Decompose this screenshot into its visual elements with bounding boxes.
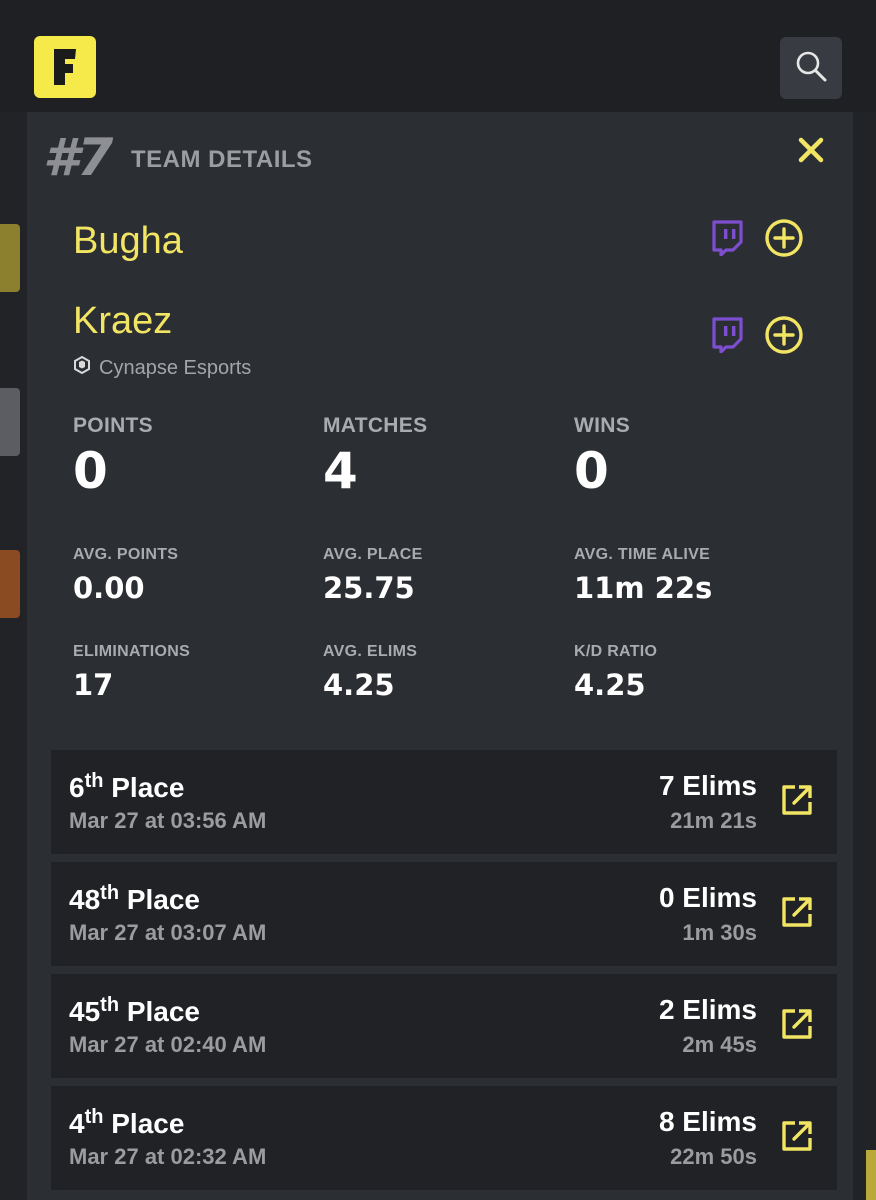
stat-value: 25.75 bbox=[323, 571, 415, 605]
stat-value: 4.25 bbox=[323, 668, 395, 702]
stat-label: WINS bbox=[574, 414, 631, 437]
add-player-button[interactable] bbox=[764, 218, 804, 263]
team-details-panel: #7 TEAM DETAILS Bugha Kraez Cynapse Espo… bbox=[27, 112, 853, 1200]
player-org: Cynapse Esports bbox=[73, 355, 252, 380]
stat-value: 0.00 bbox=[73, 571, 145, 605]
stat-value: 11m 22s bbox=[574, 571, 713, 605]
stat-avg-elims: AVG. ELIMS 4.25 bbox=[323, 643, 417, 700]
fortnite-logo-icon[interactable] bbox=[34, 36, 96, 98]
match-elims: 0 Elims bbox=[658, 882, 757, 913]
panel-title: TEAM DETAILS bbox=[131, 146, 313, 173]
player-name[interactable]: Kraez bbox=[73, 300, 172, 343]
match-date: Mar 27 at 02:32 AM bbox=[69, 1144, 267, 1169]
open-match-button[interactable] bbox=[779, 784, 815, 820]
external-link-icon bbox=[780, 895, 814, 934]
match-row[interactable]: 4th Place Mar 27 at 02:32 AM 8 Elims 22m… bbox=[51, 1086, 837, 1190]
stat-avg-points: AVG. POINTS 0.00 bbox=[73, 546, 178, 603]
stat-value: 0 bbox=[73, 442, 108, 500]
external-link-icon bbox=[780, 1007, 814, 1046]
open-match-button[interactable] bbox=[779, 896, 815, 932]
stat-label: ELIMINATIONS bbox=[73, 643, 191, 660]
match-row[interactable]: 48th Place Mar 27 at 03:07 AM 0 Elims 1m… bbox=[51, 862, 837, 966]
twitch-button[interactable] bbox=[707, 219, 747, 261]
match-elims: 2 Elims bbox=[658, 994, 757, 1025]
background-chip bbox=[0, 224, 20, 292]
background-list-left bbox=[0, 112, 27, 1200]
match-date: Mar 27 at 02:40 AM bbox=[69, 1032, 267, 1057]
stat-label: AVG. TIME ALIVE bbox=[574, 546, 711, 563]
stat-label: K/D RATIO bbox=[574, 643, 658, 660]
team-rank: #7 bbox=[43, 128, 113, 188]
background-list-right bbox=[853, 112, 876, 1200]
add-player-button[interactable] bbox=[764, 315, 804, 360]
stat-value: 17 bbox=[73, 668, 114, 702]
stat-value: 0 bbox=[574, 442, 609, 500]
match-duration: 22m 50s bbox=[670, 1144, 757, 1169]
match-place: 6th Place bbox=[69, 770, 185, 803]
match-elims: 8 Elims bbox=[658, 1106, 757, 1137]
background-chip bbox=[0, 550, 20, 618]
external-link-icon bbox=[780, 783, 814, 822]
stat-label: AVG. POINTS bbox=[73, 546, 179, 563]
match-duration: 1m 30s bbox=[682, 920, 757, 945]
stat-matches: MATCHES 4 bbox=[323, 414, 427, 496]
stat-avg-place: AVG. PLACE 25.75 bbox=[323, 546, 423, 603]
add-circle-icon bbox=[764, 315, 804, 360]
search-icon bbox=[794, 49, 828, 88]
background-chip bbox=[0, 388, 20, 456]
stat-value: 4 bbox=[323, 442, 358, 500]
match-history-list: 6th Place Mar 27 at 03:56 AM 7 Elims 21m… bbox=[51, 750, 837, 1198]
twitch-icon bbox=[710, 219, 744, 261]
open-match-button[interactable] bbox=[779, 1120, 815, 1156]
external-link-icon bbox=[780, 1119, 814, 1158]
match-duration: 21m 21s bbox=[670, 808, 757, 833]
open-match-button[interactable] bbox=[779, 1008, 815, 1044]
stat-label: MATCHES bbox=[323, 414, 428, 437]
stat-value: 4.25 bbox=[574, 668, 646, 702]
twitch-button[interactable] bbox=[707, 316, 747, 358]
close-button[interactable] bbox=[793, 134, 829, 170]
match-duration: 2m 45s bbox=[682, 1032, 757, 1057]
background-chip bbox=[866, 1150, 876, 1200]
twitch-icon bbox=[710, 316, 744, 358]
top-bar bbox=[0, 0, 876, 112]
search-button[interactable] bbox=[780, 37, 842, 99]
org-name: Cynapse Esports bbox=[99, 356, 252, 379]
stat-label: AVG. PLACE bbox=[323, 546, 423, 563]
match-row[interactable]: 6th Place Mar 27 at 03:56 AM 7 Elims 21m… bbox=[51, 750, 837, 854]
stat-wins: WINS 0 bbox=[574, 414, 630, 496]
match-date: Mar 27 at 03:56 AM bbox=[69, 808, 267, 833]
match-place: 4th Place bbox=[69, 1106, 185, 1139]
cynapse-logo-icon bbox=[73, 355, 91, 380]
stat-label: AVG. ELIMS bbox=[323, 643, 418, 660]
match-place: 45th Place bbox=[69, 994, 200, 1027]
close-icon bbox=[796, 135, 826, 170]
stat-eliminations: ELIMINATIONS 17 bbox=[73, 643, 190, 700]
stat-avg-time-alive: AVG. TIME ALIVE 11m 22s bbox=[574, 546, 712, 603]
stat-label: POINTS bbox=[73, 414, 153, 437]
stat-points: POINTS 0 bbox=[73, 414, 153, 496]
player-name[interactable]: Bugha bbox=[73, 220, 183, 263]
stat-kd-ratio: K/D RATIO 4.25 bbox=[574, 643, 657, 700]
match-row[interactable]: 45th Place Mar 27 at 02:40 AM 2 Elims 2m… bbox=[51, 974, 837, 1078]
add-circle-icon bbox=[764, 218, 804, 263]
match-place: 48th Place bbox=[69, 882, 200, 915]
match-date: Mar 27 at 03:07 AM bbox=[69, 920, 267, 945]
match-elims: 7 Elims bbox=[658, 770, 757, 801]
